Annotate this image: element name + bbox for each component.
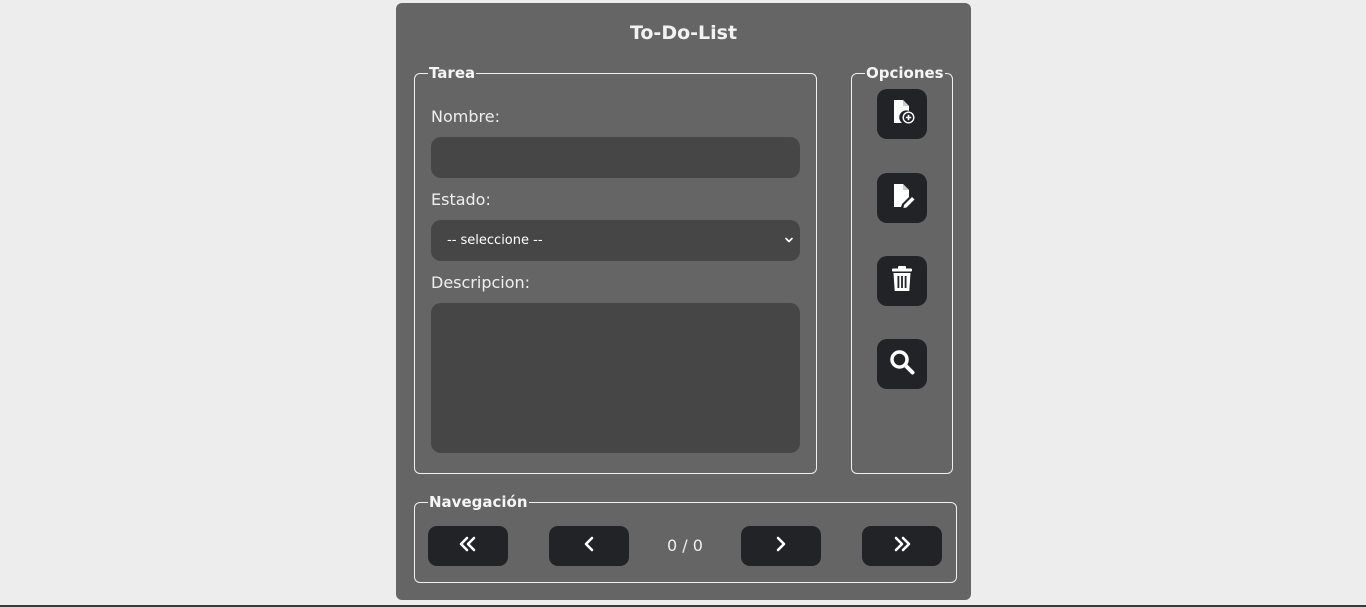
delete-task-button[interactable] bbox=[877, 256, 927, 306]
estado-select[interactable]: -- seleccione -- bbox=[431, 220, 800, 261]
edit-task-button[interactable] bbox=[877, 173, 927, 223]
next-record-button[interactable] bbox=[741, 526, 821, 566]
nombre-label: Nombre: bbox=[431, 107, 500, 126]
chevron-right-icon bbox=[774, 536, 788, 556]
last-record-button[interactable] bbox=[862, 526, 942, 566]
search-task-button[interactable] bbox=[877, 339, 927, 389]
nombre-input[interactable] bbox=[431, 137, 800, 178]
descripcion-label: Descripcion: bbox=[431, 273, 531, 292]
first-record-button[interactable] bbox=[428, 526, 508, 566]
trash-icon bbox=[889, 265, 915, 297]
previous-record-button[interactable] bbox=[549, 526, 629, 566]
estado-label: Estado: bbox=[431, 190, 491, 209]
todo-panel: To-Do-List Tarea Nombre: Estado: -- sele… bbox=[396, 3, 971, 600]
search-icon bbox=[888, 348, 916, 380]
descripcion-textarea[interactable] bbox=[431, 303, 800, 453]
double-chevron-right-icon bbox=[892, 536, 912, 556]
record-counter: 0 / 0 bbox=[667, 536, 703, 555]
chevron-left-icon bbox=[582, 536, 596, 556]
opciones-legend: Opciones bbox=[866, 64, 944, 82]
tarea-legend: Tarea bbox=[429, 64, 476, 82]
add-task-button[interactable] bbox=[877, 89, 927, 139]
chevron-down-icon bbox=[784, 220, 794, 278]
file-add-icon bbox=[888, 98, 916, 130]
navegacion-legend: Navegación bbox=[429, 493, 528, 511]
double-chevron-left-icon bbox=[458, 536, 478, 556]
estado-selected-value: -- seleccione -- bbox=[447, 233, 543, 248]
app-title: To-Do-List bbox=[629, 22, 738, 44]
file-edit-icon bbox=[888, 182, 916, 214]
